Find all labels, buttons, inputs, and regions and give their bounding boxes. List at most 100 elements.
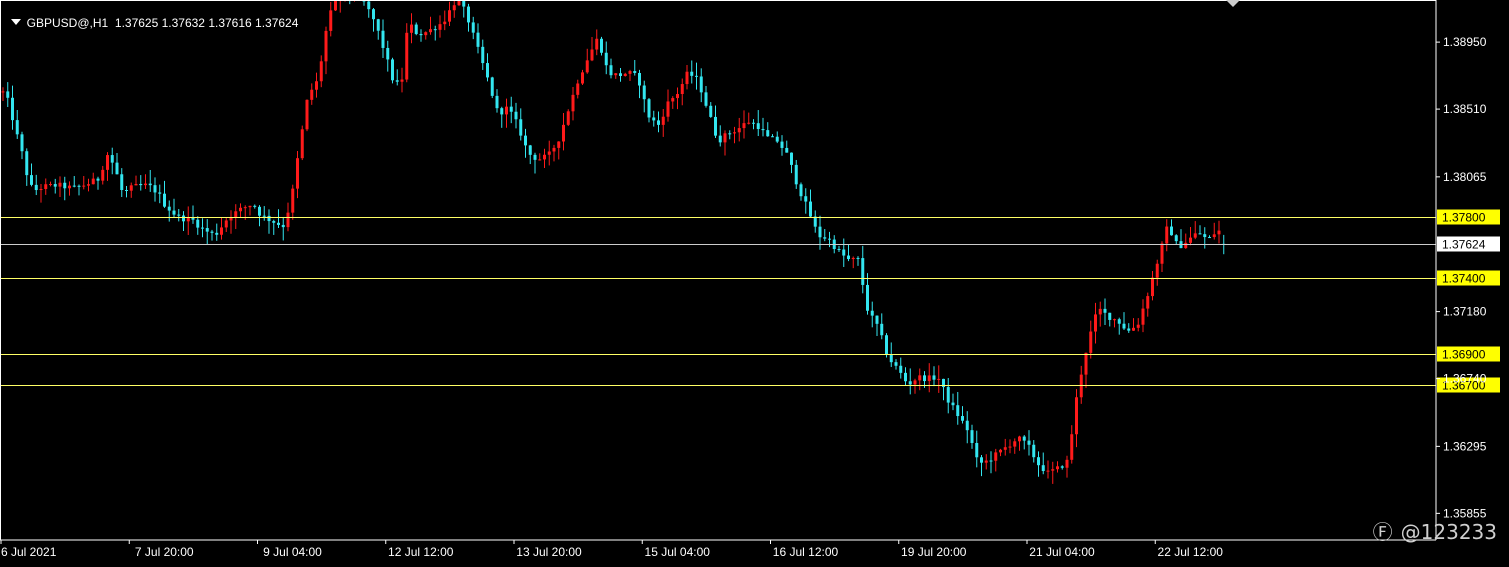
candle-body bbox=[842, 249, 846, 256]
candle-body bbox=[243, 207, 247, 209]
y-tick-label: 1.37180 bbox=[1443, 305, 1487, 319]
candle-body bbox=[690, 71, 694, 76]
candle-body bbox=[310, 89, 314, 100]
current-price-label: 1.37624 bbox=[1442, 238, 1486, 252]
candle-body bbox=[742, 123, 746, 129]
candle-body bbox=[671, 98, 675, 102]
candle-body bbox=[714, 116, 717, 136]
candle-body bbox=[756, 123, 760, 130]
candle-body bbox=[1136, 324, 1140, 328]
candle-body bbox=[723, 133, 727, 143]
candle-body bbox=[771, 136, 774, 138]
candle-body bbox=[139, 183, 143, 186]
y-tick-label: 1.38510 bbox=[1443, 102, 1487, 116]
candle-body bbox=[628, 71, 632, 74]
candle-body bbox=[623, 73, 627, 76]
candle-body bbox=[1141, 308, 1145, 325]
chart-header: GBPUSD@,H1 1.37625 1.37632 1.37616 1.376… bbox=[4, 2, 298, 30]
candle-body bbox=[923, 375, 926, 382]
candle-body bbox=[1089, 331, 1093, 353]
candle-body bbox=[1041, 465, 1045, 472]
candle-body bbox=[381, 30, 385, 48]
candle-body bbox=[490, 77, 494, 96]
candle-body bbox=[467, 6, 470, 23]
candle-body bbox=[685, 71, 689, 85]
candle-body bbox=[106, 155, 109, 170]
candle-body bbox=[395, 80, 399, 82]
candle-body bbox=[376, 19, 380, 31]
candle-body bbox=[1032, 444, 1036, 458]
candle-body bbox=[210, 231, 214, 233]
candle-body bbox=[766, 130, 770, 137]
candle-body bbox=[809, 201, 812, 217]
candle-body bbox=[889, 354, 893, 363]
candle-body bbox=[514, 111, 518, 120]
x-tick-label: 16 Jul 12:00 bbox=[773, 545, 839, 559]
candle-body bbox=[400, 79, 404, 82]
weibo-icon: Ⓕ bbox=[1372, 520, 1393, 544]
y-tick-label: 1.38950 bbox=[1443, 35, 1487, 49]
candle-body bbox=[633, 71, 637, 73]
candle-body bbox=[15, 120, 19, 135]
level-label: 1.36900 bbox=[1442, 348, 1486, 362]
candle-body bbox=[77, 185, 81, 187]
candle-body bbox=[1155, 263, 1159, 278]
candle-body bbox=[429, 29, 432, 33]
x-tick-label: 22 Jul 12:00 bbox=[1158, 545, 1224, 559]
watermark: Ⓕ @123233 bbox=[1360, 492, 1497, 545]
candle-body bbox=[1046, 470, 1050, 472]
candle-body bbox=[87, 184, 90, 186]
candle-body bbox=[63, 182, 67, 189]
candle-body bbox=[1098, 308, 1102, 315]
candle-body bbox=[585, 60, 589, 73]
candle-body bbox=[1108, 312, 1112, 320]
candle-body bbox=[894, 362, 898, 366]
candle-body bbox=[53, 184, 57, 187]
candle-body bbox=[153, 185, 157, 193]
x-tick-label: 15 Jul 04:00 bbox=[645, 545, 711, 559]
candle-body bbox=[638, 72, 641, 86]
candle-body bbox=[158, 192, 162, 194]
candle-body bbox=[1203, 234, 1207, 238]
candle-body bbox=[1018, 436, 1021, 442]
candle-body bbox=[519, 119, 523, 136]
candle-body bbox=[804, 196, 808, 202]
candle-body bbox=[68, 185, 71, 189]
candle-body bbox=[1189, 237, 1192, 243]
candle-body bbox=[581, 72, 584, 84]
candle-body bbox=[196, 219, 200, 228]
candle-body bbox=[851, 257, 855, 260]
candle-body bbox=[367, 1, 371, 10]
watermark-text: @123233 bbox=[1400, 520, 1497, 544]
candle-body bbox=[96, 178, 100, 181]
candle-body bbox=[794, 164, 798, 185]
candle-body bbox=[785, 147, 789, 153]
candle-body bbox=[452, 5, 456, 11]
candle-body bbox=[34, 184, 38, 191]
candle-body bbox=[913, 380, 917, 385]
candle-body bbox=[538, 159, 542, 161]
candle-body bbox=[984, 460, 988, 463]
candle-body bbox=[319, 61, 323, 82]
candle-body bbox=[72, 185, 76, 187]
candle-body bbox=[657, 120, 660, 125]
candle-body bbox=[39, 189, 43, 191]
candle-body bbox=[524, 135, 527, 146]
candle-body bbox=[224, 220, 228, 228]
candle-body bbox=[1193, 233, 1197, 238]
candle-body bbox=[576, 83, 580, 95]
candle-body bbox=[177, 214, 181, 216]
candle-body bbox=[1160, 243, 1164, 264]
candle-body bbox=[215, 232, 219, 235]
x-tick-label: 9 Jul 04:00 bbox=[263, 545, 322, 559]
candle-body bbox=[296, 158, 299, 189]
candlestick-chart[interactable]: 1.378001.374001.369001.367001.37624 1.38… bbox=[0, 0, 1509, 567]
x-tick-label: 13 Jul 20:00 bbox=[516, 545, 582, 559]
candle-body bbox=[1008, 446, 1012, 448]
dropdown-triangle-icon[interactable] bbox=[10, 19, 21, 25]
candle-body bbox=[1022, 436, 1026, 441]
candle-body bbox=[272, 221, 276, 223]
candle-body bbox=[1027, 440, 1031, 445]
candle-body bbox=[101, 169, 105, 181]
candle-body bbox=[1151, 277, 1154, 297]
